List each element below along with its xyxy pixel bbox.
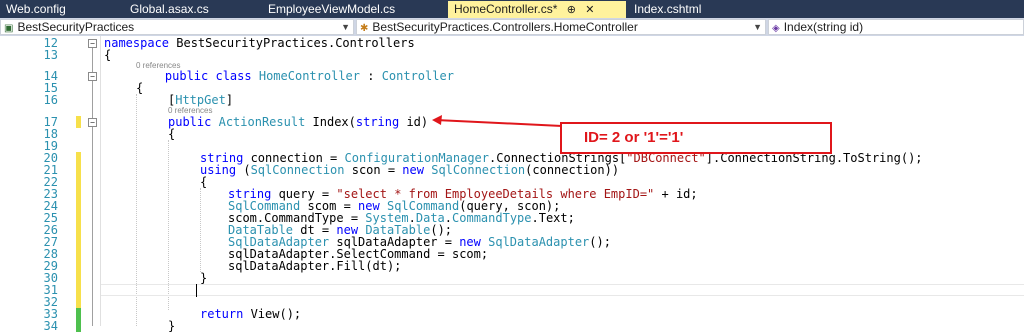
indent-guide (200, 188, 201, 272)
collapse-icon[interactable]: − (88, 72, 97, 81)
change-marker (76, 236, 81, 248)
code-line: { (168, 127, 176, 141)
current-line-highlight (101, 284, 1024, 296)
close-icon[interactable]: ✕ (585, 4, 594, 16)
tab-home-controller[interactable]: HomeController.cs* ⊕ ✕ (448, 1, 626, 18)
line-number: 34 (43, 319, 58, 333)
tab-label: Web.config (6, 2, 66, 16)
code-line: { (104, 48, 112, 62)
change-marker (76, 164, 81, 176)
change-marker (76, 176, 81, 188)
member-dropdown[interactable]: ◈ Index(string id) (768, 19, 1024, 35)
tab-label: Index.cshtml (634, 2, 702, 16)
class-label: BestSecurityPractices.Controllers.HomeCo… (372, 20, 638, 34)
code-line: { (136, 81, 144, 95)
method-icon: ◈ (772, 23, 780, 34)
class-icon: ✱ (360, 23, 369, 34)
navigation-bar: ▣ BestSecurityPractices ▼ ✱ BestSecurityPr… (0, 18, 1024, 36)
tab-index-cshtml[interactable]: Index.cshtml (628, 1, 748, 18)
text-cursor (196, 284, 197, 297)
code-lens-references[interactable]: 0 references (168, 106, 212, 115)
change-marker (76, 248, 81, 260)
code-line: sqlDataAdapter.Fill(dt); (228, 259, 402, 273)
change-marker (76, 224, 81, 236)
project-label: BestSecurityPractices (17, 20, 135, 34)
line-number: 13 (43, 48, 58, 62)
change-marker (76, 116, 81, 128)
change-marker (76, 296, 81, 308)
document-tab-bar: Web.config Global.asax.cs EmployeeViewMo… (0, 0, 1024, 18)
collapse-icon[interactable]: − (88, 39, 97, 48)
code-line: } (168, 319, 176, 333)
change-marker (76, 152, 81, 164)
line-number: 16 (43, 93, 58, 107)
change-marker (76, 272, 81, 284)
pin-icon[interactable]: ⊕ (567, 4, 576, 16)
change-marker (76, 260, 81, 272)
code-line: public ActionResult Index(string id) (168, 115, 429, 129)
tab-global-asax[interactable]: Global.asax.cs (124, 1, 234, 18)
code-line: [HttpGet] (168, 93, 234, 107)
gutter-divider (100, 36, 101, 326)
tab-label: EmployeeViewModel.cs (268, 2, 396, 16)
class-dropdown[interactable]: ✱ BestSecurityPractices.Controllers.HomeC… (356, 19, 766, 35)
tab-web-config[interactable]: Web.config (0, 1, 88, 18)
change-marker (76, 200, 81, 212)
change-marker (76, 284, 81, 296)
tab-label: HomeController.cs* (454, 2, 558, 16)
code-line: namespace BestSecurityPractices.Controll… (104, 36, 415, 50)
project-dropdown[interactable]: ▣ BestSecurityPractices ▼ (0, 19, 354, 35)
code-editor[interactable]: 12 13 14 15 16 17 18 19 20 21 22 23 24 2… (0, 36, 1024, 332)
code-line: using (SqlConnection scon = new SqlConne… (200, 163, 620, 177)
csharp-project-icon: ▣ (4, 23, 14, 34)
chevron-down-icon: ▼ (341, 22, 350, 32)
member-label: Index(string id) (783, 20, 864, 34)
chevron-down-icon: ▼ (753, 22, 762, 32)
code-line: return View(); (200, 307, 302, 321)
code-line: { (200, 175, 208, 189)
change-marker (76, 212, 81, 224)
change-marker (76, 308, 81, 320)
code-line: public class HomeController : Controller (164, 69, 454, 83)
tab-employee-viewmodel[interactable]: EmployeeViewModel.cs (262, 1, 442, 18)
code-line: } (200, 271, 208, 285)
collapse-icon[interactable]: − (88, 118, 97, 127)
change-marker (76, 188, 81, 200)
callout-arrow (432, 115, 563, 127)
outline-line (92, 48, 93, 326)
tab-label: Global.asax.cs (130, 2, 209, 16)
change-marker (76, 320, 81, 332)
injection-callout: ID= 2 or '1'='1' (560, 122, 832, 154)
